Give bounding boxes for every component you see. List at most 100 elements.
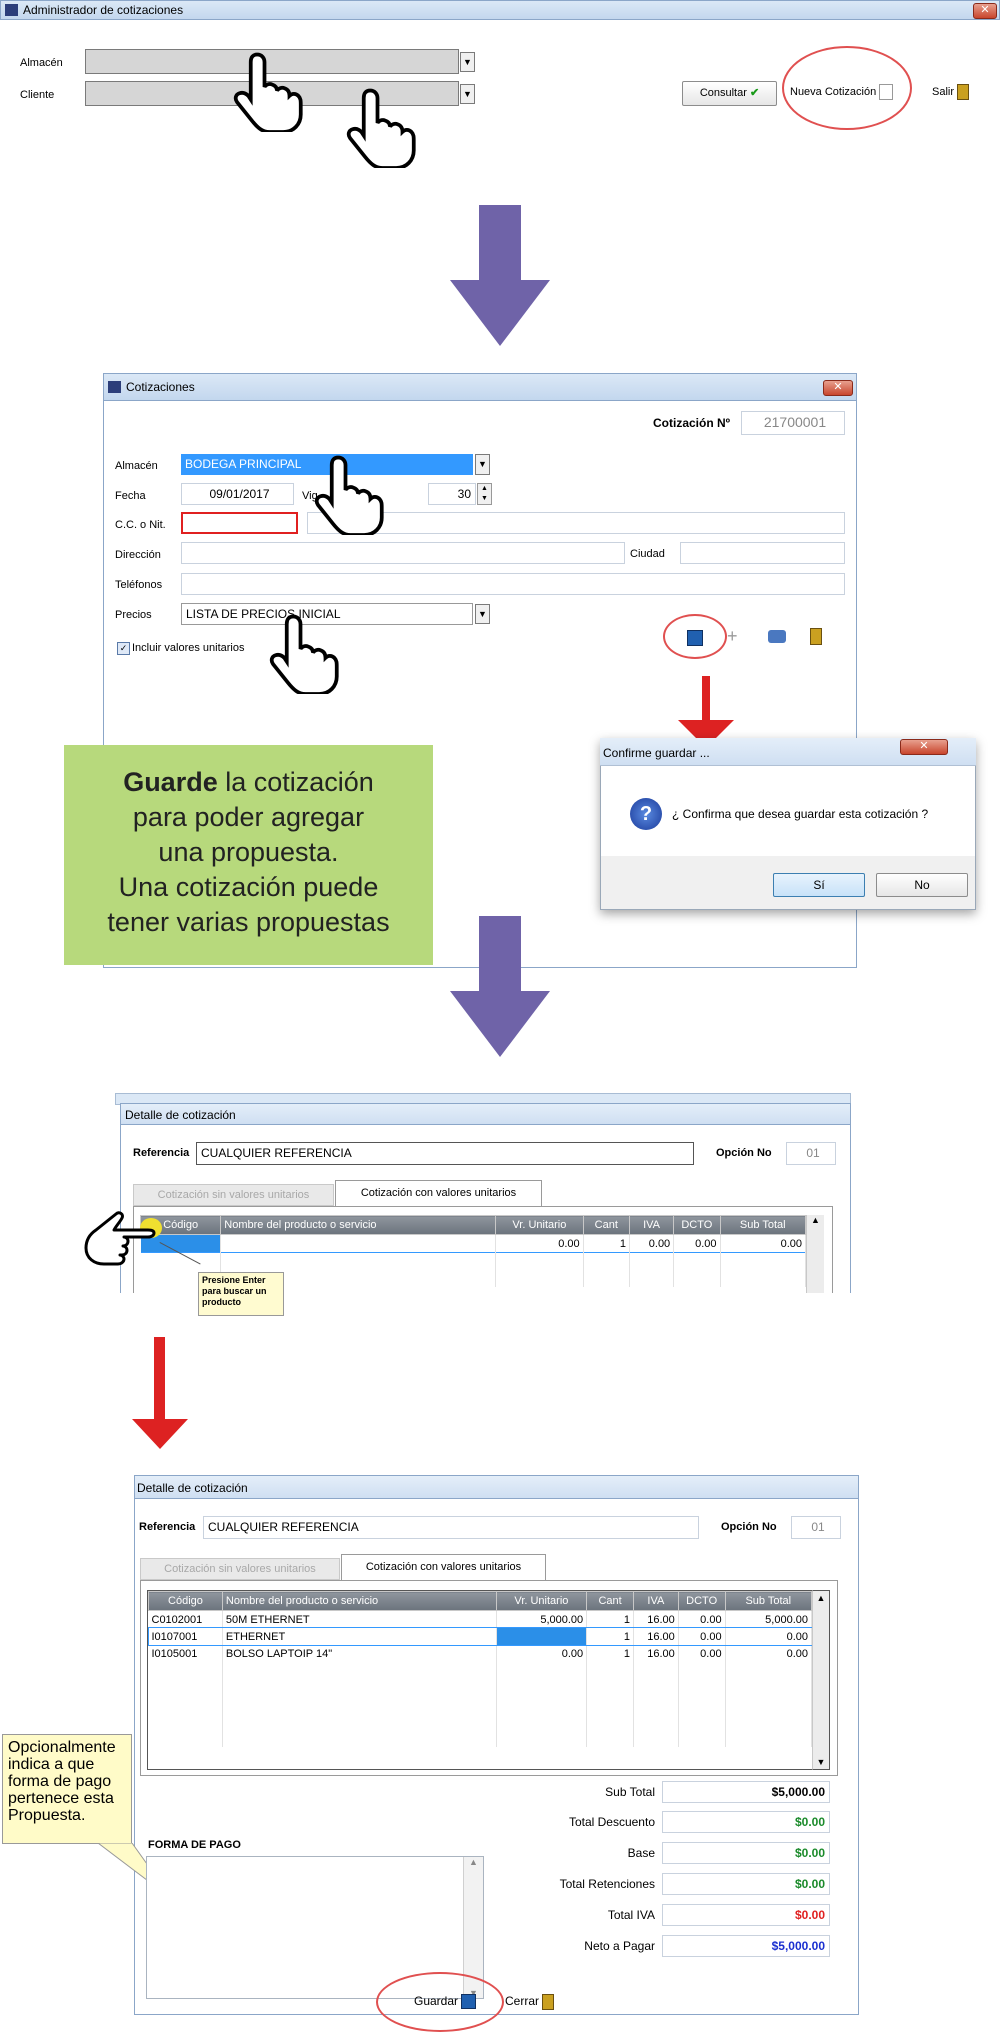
table-row[interactable] <box>148 1696 812 1713</box>
cell-cant[interactable]: 1 <box>586 1610 634 1628</box>
forma-pago-callout: Opcionalmente indica a que forma de pago… <box>2 1734 132 1844</box>
no-button[interactable]: No <box>876 873 968 897</box>
total-retenciones-label: Total Retenciones <box>559 1877 655 1891</box>
chevron-down-icon[interactable]: ▼ <box>460 52 475 72</box>
cell-codigo[interactable]: I0105001 <box>148 1645 223 1662</box>
cell-cant[interactable]: 1 <box>583 1234 630 1253</box>
cell-vr[interactable]: 0.00 <box>496 1645 588 1662</box>
cell-dcto[interactable]: 0.00 <box>678 1645 726 1662</box>
flow-arrow-head <box>132 1419 188 1449</box>
forma-pago-label: FORMA DE PAGO <box>148 1839 241 1851</box>
tab-sin-valores[interactable]: Cotización sin valores unitarios <box>140 1558 340 1580</box>
scrollbar[interactable]: ▲ <box>806 1215 824 1293</box>
confirm-titlebar: Confirme guardar ... ✕ <box>600 738 976 766</box>
fecha-field[interactable]: 09/01/2017 <box>181 483 294 505</box>
col-subtotal[interactable]: Sub Total <box>724 1591 812 1611</box>
cotizacion-no-field: 21700001 <box>741 411 845 435</box>
col-cant[interactable]: Cant <box>586 1591 634 1611</box>
cell-iva[interactable]: 16.00 <box>633 1628 679 1645</box>
telefonos-label: Teléfonos <box>115 579 163 591</box>
col-nombre[interactable]: Nombre del producto o servicio <box>220 1215 497 1235</box>
detalle-title: Detalle de cotización <box>125 1108 236 1122</box>
table-row[interactable] <box>148 1679 812 1696</box>
hand-pointer-icon <box>346 88 416 168</box>
close-icon[interactable]: ✕ <box>900 739 948 755</box>
consultar-button[interactable]: Consultar ✔ <box>682 81 777 106</box>
flow-arrow <box>479 205 521 281</box>
close-icon[interactable]: ✕ <box>973 3 997 19</box>
tab-sin-valores[interactable]: Cotización sin valores unitarios <box>133 1184 334 1206</box>
cell-nombre[interactable]: 50M ETHERNET <box>222 1610 497 1628</box>
col-vr-unitario[interactable]: Vr. Unitario <box>495 1591 588 1611</box>
cell-codigo[interactable]: I0107001 <box>148 1628 223 1645</box>
cell-iva[interactable]: 0.00 <box>629 1234 675 1253</box>
col-dcto[interactable]: DCTO <box>673 1215 721 1235</box>
col-iva[interactable]: IVA <box>633 1591 679 1611</box>
cerrar-button[interactable]: Cerrar <box>505 1994 555 2010</box>
table-row[interactable]: I0105001 BOLSO LAPTOIP 14" 0.00 1 16.00 … <box>148 1645 812 1662</box>
table-row[interactable]: I0107001 ETHERNET 1 16.00 0.00 0.00 <box>148 1627 812 1646</box>
incluir-checkbox[interactable]: ✓ <box>117 642 130 655</box>
detalle2-titlebar: Detalle de cotización <box>134 1475 859 1499</box>
subtotal-label: Sub Total <box>605 1785 655 1799</box>
close-icon[interactable]: ✕ <box>823 380 853 396</box>
nueva-cotizacion-button[interactable]: Nueva Cotización <box>790 84 894 100</box>
cell-vr[interactable]: 5,000.00 <box>496 1610 588 1628</box>
salir-button[interactable]: Salir <box>932 84 970 100</box>
cell-iva[interactable]: 16.00 <box>633 1610 679 1628</box>
guardar-button[interactable]: Guardar <box>414 1994 477 2010</box>
detalle-titlebar: Detalle de cotización <box>120 1103 851 1125</box>
col-subtotal[interactable]: Sub Total <box>719 1215 806 1235</box>
exit-door-icon[interactable] <box>810 628 822 645</box>
col-cant[interactable]: Cant <box>582 1215 630 1235</box>
detalle2-title: Detalle de cotización <box>137 1481 248 1495</box>
cell-sub[interactable]: 0.00 <box>725 1645 812 1662</box>
chevron-down-icon[interactable]: ▼ <box>460 84 475 104</box>
col-vr-unitario[interactable]: Vr. Unitario <box>495 1215 584 1235</box>
cell-dcto[interactable]: 0.00 <box>678 1628 726 1645</box>
referencia-field[interactable]: CUALQUIER REFERENCIA <box>203 1516 699 1539</box>
scrollbar[interactable]: ▲ ▼ <box>812 1590 830 1770</box>
cell-sub[interactable]: 0.00 <box>725 1628 812 1645</box>
cell-dcto[interactable]: 0.00 <box>678 1610 726 1628</box>
cell-dcto[interactable]: 0.00 <box>673 1234 721 1253</box>
col-nombre[interactable]: Nombre del producto o servicio <box>221 1591 497 1611</box>
col-iva[interactable]: IVA <box>628 1215 675 1235</box>
nit-field[interactable] <box>181 512 298 534</box>
vigencia-field[interactable]: 30 <box>428 483 476 505</box>
flow-arrow <box>702 676 710 722</box>
table-row[interactable]: C0102001 50M ETHERNET 5,000.00 1 16.00 0… <box>148 1610 812 1628</box>
ciudad-field[interactable] <box>680 542 845 564</box>
cell-sub[interactable]: 0.00 <box>720 1234 806 1253</box>
cell-vr[interactable] <box>496 1628 588 1645</box>
table-row[interactable]: 0.00 1 0.00 0.00 0.00 <box>140 1234 806 1253</box>
col-dcto[interactable]: DCTO <box>677 1591 726 1611</box>
add-icon[interactable]: + <box>727 626 738 647</box>
print-icon[interactable] <box>768 630 786 643</box>
cell-nombre[interactable]: ETHERNET <box>222 1628 497 1645</box>
chevron-down-icon[interactable]: ▼ <box>475 454 490 475</box>
cell-cant[interactable]: 1 <box>586 1628 634 1645</box>
chevron-down-icon[interactable]: ▼ <box>475 604 490 624</box>
save-icon[interactable] <box>687 630 703 646</box>
table-row[interactable] <box>148 1662 812 1679</box>
cell-vr[interactable]: 0.00 <box>495 1234 584 1253</box>
table-row[interactable] <box>140 1252 806 1270</box>
tab-con-valores[interactable]: Cotización con valores unitarios <box>335 1180 542 1207</box>
cell-nombre[interactable] <box>220 1234 497 1253</box>
yes-button[interactable]: Sí <box>773 873 865 897</box>
table-row[interactable] <box>148 1730 812 1747</box>
telefonos-field[interactable] <box>181 573 845 595</box>
cell-sub[interactable]: 5,000.00 <box>725 1610 812 1628</box>
flow-arrow-head <box>450 991 550 1057</box>
col-codigo[interactable]: Código <box>148 1591 223 1611</box>
cell-codigo[interactable]: C0102001 <box>148 1610 223 1628</box>
vigencia-spinner[interactable]: ▲ ▼ <box>477 483 492 505</box>
cell-iva[interactable]: 16.00 <box>633 1645 679 1662</box>
referencia-field[interactable]: CUALQUIER REFERENCIA <box>196 1142 694 1165</box>
table-row[interactable] <box>148 1713 812 1730</box>
tab-con-valores[interactable]: Cotización con valores unitarios <box>341 1554 546 1581</box>
cell-nombre[interactable]: BOLSO LAPTOIP 14" <box>222 1645 497 1662</box>
cell-cant[interactable]: 1 <box>586 1645 634 1662</box>
direccion-field[interactable] <box>181 542 625 564</box>
